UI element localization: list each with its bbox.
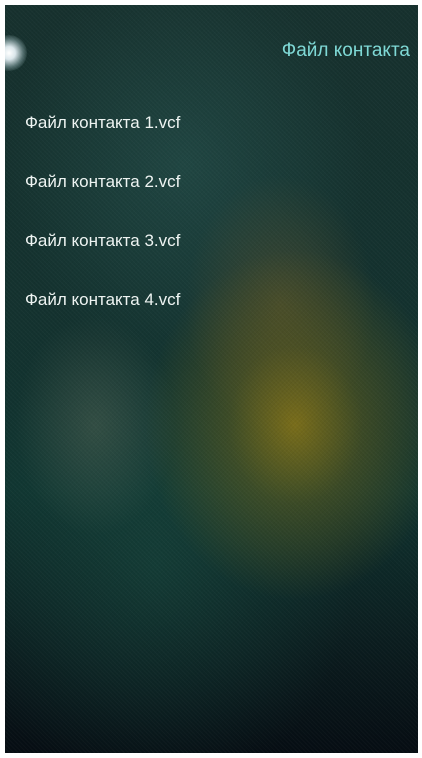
file-item-1[interactable]: Файл контакта 1.vcf bbox=[25, 113, 180, 172]
light-glow-icon bbox=[5, 35, 27, 71]
screen: Файл контакта Файл контакта 1.vcf Файл к… bbox=[5, 5, 418, 753]
file-item-4[interactable]: Файл контакта 4.vcf bbox=[25, 290, 180, 349]
file-item-2[interactable]: Файл контакта 2.vcf bbox=[25, 172, 180, 231]
file-list: Файл контакта 1.vcf Файл контакта 2.vcf … bbox=[25, 113, 180, 349]
page-title: Файл контакта bbox=[281, 40, 410, 61]
file-item-3[interactable]: Файл контакта 3.vcf bbox=[25, 231, 180, 290]
